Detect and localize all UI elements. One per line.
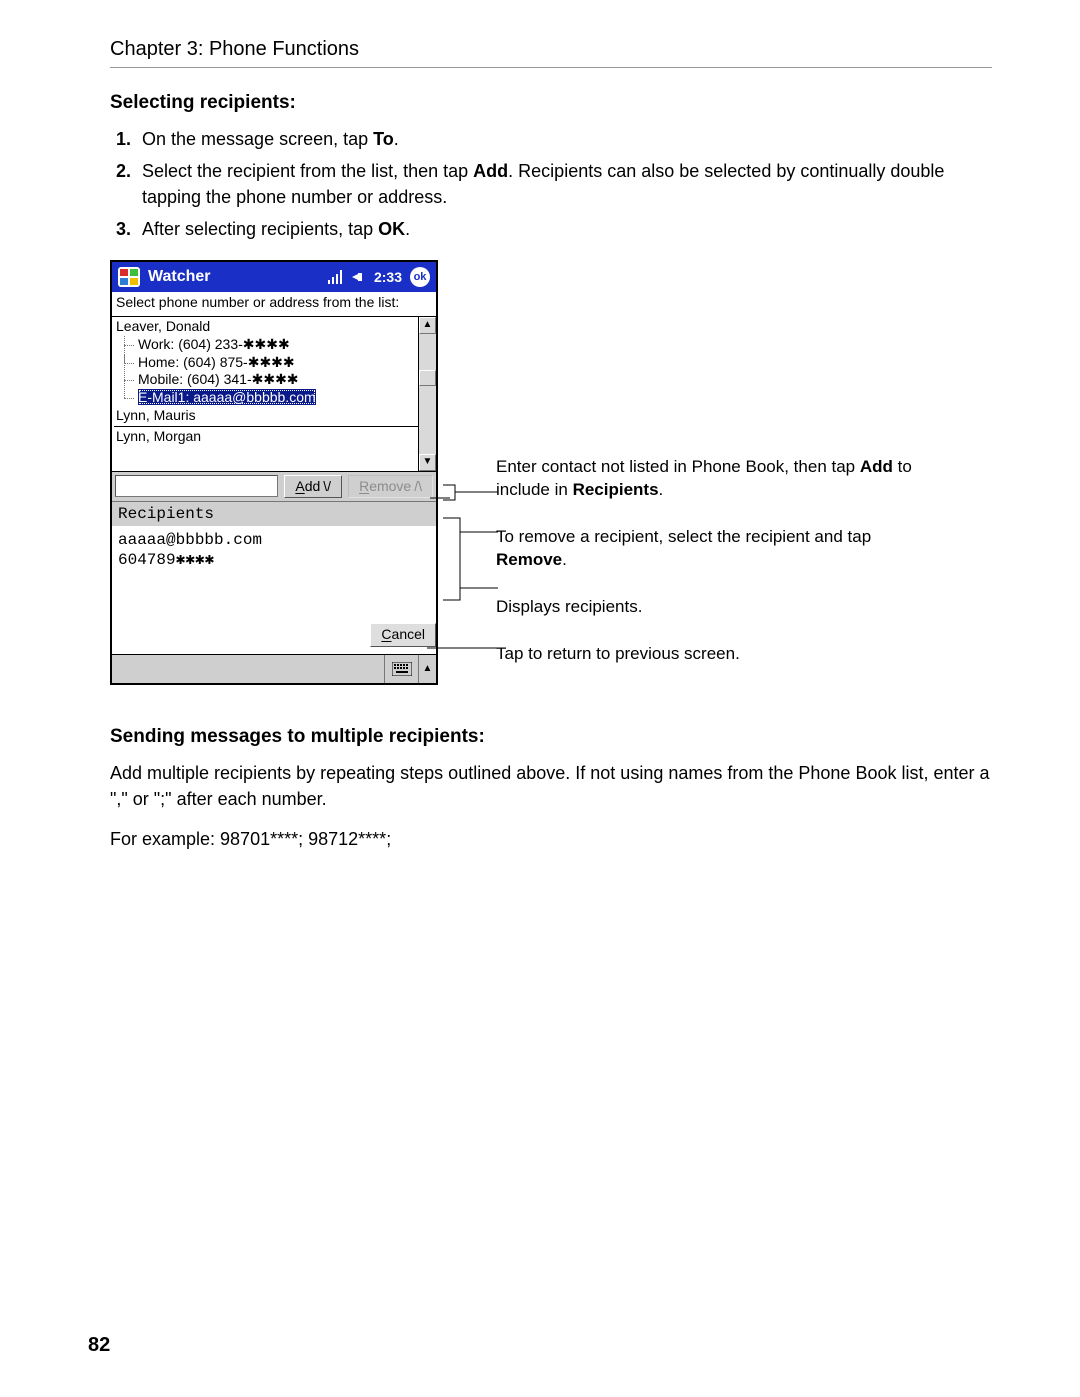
callout-add: Enter contact not listed in Phone Book, …: [496, 456, 936, 502]
up-arrow-icon: /\: [414, 478, 422, 496]
instruction-text: Select phone number or address from the …: [112, 292, 436, 317]
app-title: Watcher: [148, 267, 320, 287]
ok-button[interactable]: ok: [410, 267, 430, 287]
contact-lynn-mauris[interactable]: Lynn, Mauris: [114, 406, 436, 426]
contact-list[interactable]: Leaver, Donald Work: (604) 233-✱✱✱✱ Home…: [112, 317, 436, 471]
sip-bar: ▲: [112, 655, 436, 683]
section-title-multiple: Sending messages to multiple recipients:: [110, 726, 992, 748]
clock: 2:33: [374, 269, 402, 287]
recipient-entry[interactable]: aaaaa@bbbbb.com: [118, 530, 430, 550]
callout-cancel: Tap to return to previous screen.: [496, 643, 936, 666]
speaker-icon: [352, 270, 366, 284]
callout-remove: To remove a recipient, select the recipi…: [496, 526, 936, 572]
figure: Watcher 2:33 ok Select phone number or a…: [110, 260, 992, 690]
contact-work[interactable]: Work: (604) 233-✱✱✱✱: [124, 336, 436, 354]
scrollbar[interactable]: ▲ ▼: [418, 317, 436, 471]
remove-button[interactable]: Remove /\: [348, 475, 433, 499]
section-title-selecting: Selecting recipients:: [110, 92, 992, 114]
contact-leaver[interactable]: Leaver, Donald: [114, 317, 436, 337]
contact-email[interactable]: E-Mail1: aaaaa@bbbbb.com: [124, 389, 436, 407]
step-1: On the message screen, tap To.: [136, 126, 992, 152]
recipients-header: Recipients: [112, 501, 436, 526]
device-screenshot: Watcher 2:33 ok Select phone number or a…: [110, 260, 438, 685]
contact-home[interactable]: Home: (604) 875-✱✱✱✱: [124, 354, 436, 372]
step-3: After selecting recipients, tap OK.: [136, 216, 992, 242]
steps-list: On the message screen, tap To. Select th…: [110, 126, 992, 242]
page-number: 82: [88, 1334, 110, 1357]
scroll-thumb[interactable]: [419, 370, 436, 386]
cancel-button[interactable]: Cancel: [370, 623, 436, 647]
recipient-entry[interactable]: 604789✱✱✱✱: [118, 550, 430, 570]
callouts: Enter contact not listed in Phone Book, …: [496, 260, 936, 690]
signal-icon: [328, 270, 344, 284]
callout-recipients: Displays recipients.: [496, 596, 936, 619]
add-button[interactable]: Add \/: [284, 475, 342, 499]
contact-mobile[interactable]: Mobile: (604) 341-✱✱✱✱: [124, 371, 436, 389]
recipients-list[interactable]: aaaaa@bbbbb.com 604789✱✱✱✱: [112, 526, 436, 618]
multiple-para-1: Add multiple recipients by repeating ste…: [110, 760, 992, 812]
recipient-input[interactable]: [115, 475, 278, 497]
scroll-up-icon[interactable]: ▲: [419, 317, 436, 334]
chapter-header: Chapter 3: Phone Functions: [110, 38, 992, 68]
start-icon[interactable]: [118, 267, 140, 287]
sip-arrow-icon[interactable]: ▲: [418, 655, 436, 683]
down-arrow-icon: \/: [323, 478, 331, 496]
input-button-row: Add \/ Remove /\: [112, 471, 436, 502]
contact-lynn-morgan[interactable]: Lynn, Morgan: [114, 426, 436, 447]
keyboard-icon[interactable]: [384, 655, 418, 683]
multiple-para-2: For example: 98701****; 98712****;: [110, 826, 992, 852]
step-2: Select the recipient from the list, then…: [136, 158, 992, 210]
titlebar: Watcher 2:33 ok: [112, 262, 436, 292]
scroll-down-icon[interactable]: ▼: [419, 454, 436, 471]
